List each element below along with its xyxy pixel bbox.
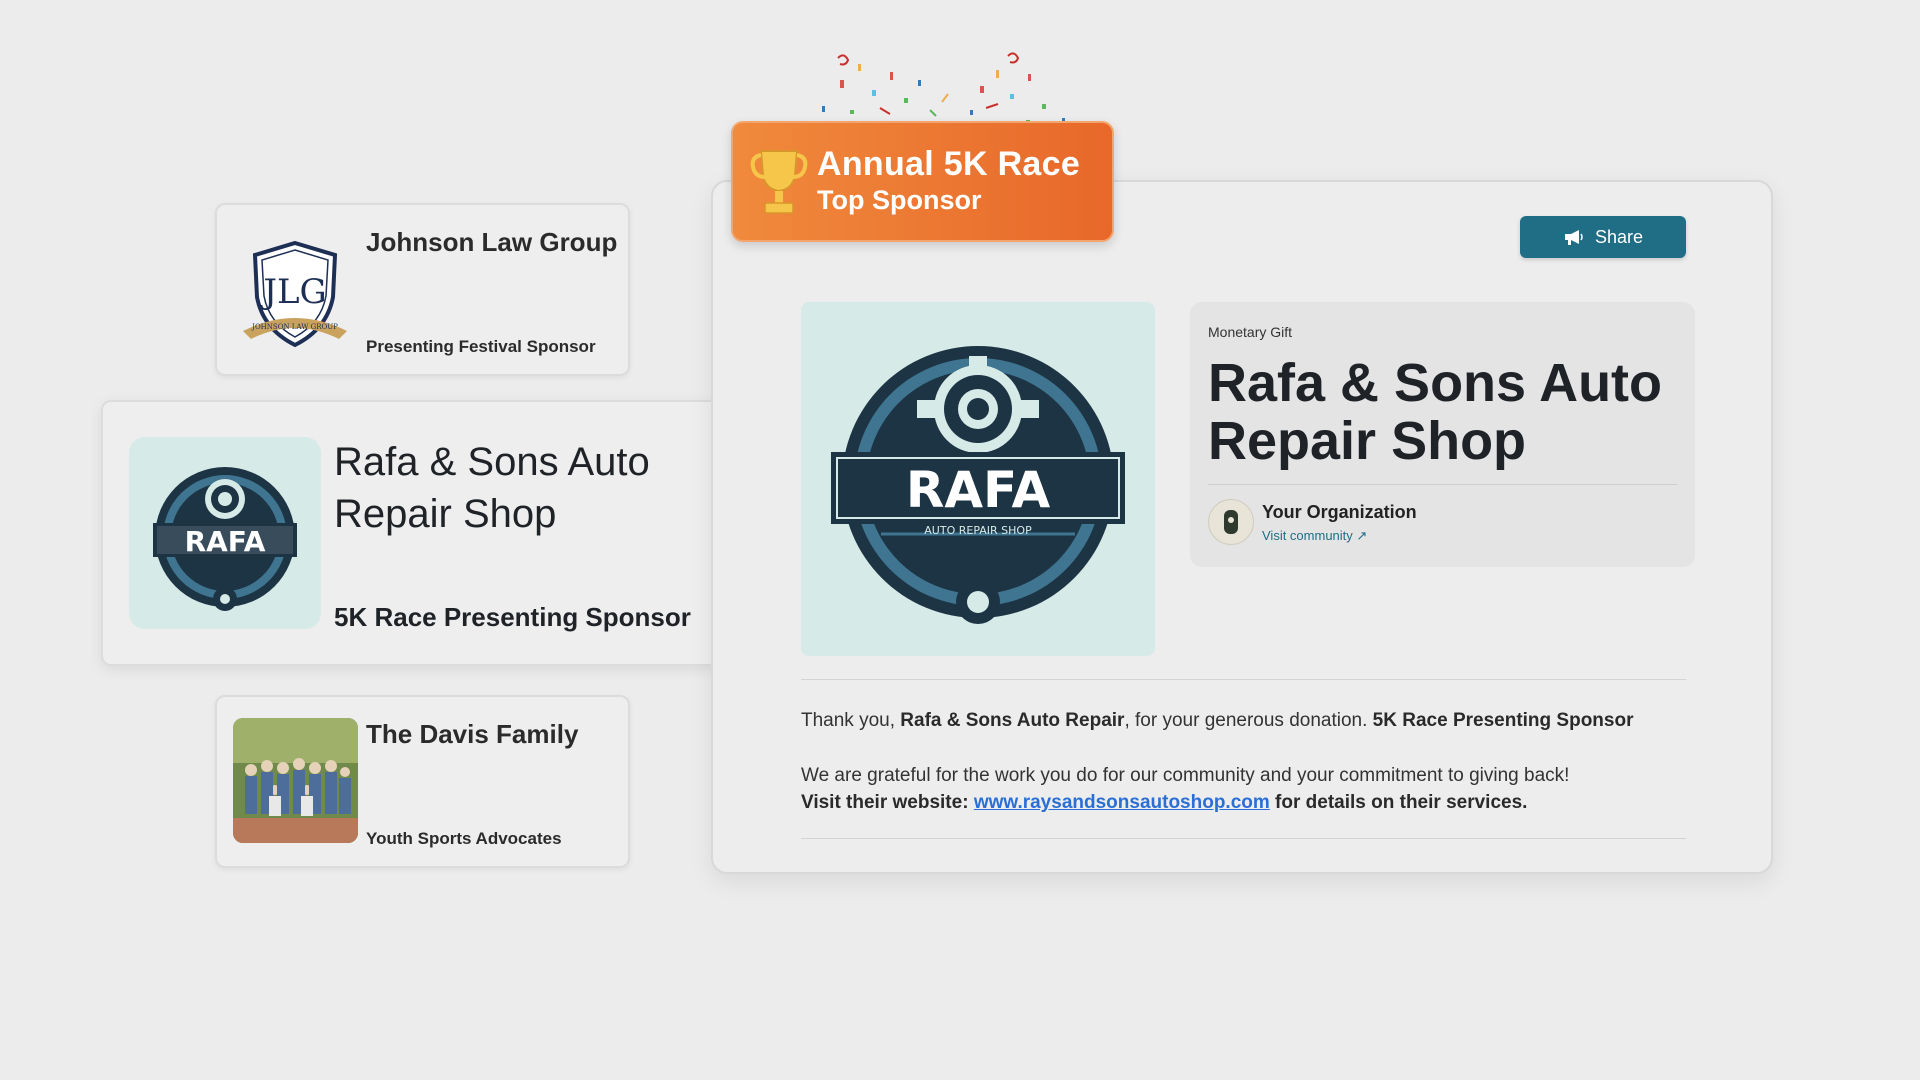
svg-text:JOHNSON LAW GROUP: JOHNSON LAW GROUP xyxy=(251,323,338,331)
top-sponsor-ribbon: Annual 5K Race Top Sponsor xyxy=(731,121,1114,242)
sponsor-name: Johnson Law Group xyxy=(366,227,618,257)
organization-name: Your Organization xyxy=(1262,502,1417,522)
sponsor-role: Youth Sports Advocates xyxy=(366,829,562,848)
website-link[interactable]: www.raysandsonsautoshop.com xyxy=(974,792,1270,813)
svg-text:AUTO REPAIR SHOP: AUTO REPAIR SHOP xyxy=(924,524,1032,537)
sponsor-name: Rafa & Sons Auto Repair Shop xyxy=(334,440,650,536)
divider xyxy=(1208,484,1678,485)
gratitude-message: We are grateful for the work you do for … xyxy=(801,765,1570,813)
organization-avatar xyxy=(1208,499,1254,545)
thank-you-message: Thank you, Rafa & Sons Auto Repair, for … xyxy=(801,710,1634,731)
logo-wordmark: RAFA xyxy=(185,525,266,558)
trophy-icon xyxy=(750,150,808,214)
sponsor-title: Rafa & Sons Auto Repair Shop xyxy=(1208,353,1663,471)
sponsor-card-johnson-law-group[interactable]: JLG JOHNSON LAW GROUP Johnson Law Group … xyxy=(215,203,630,376)
divider xyxy=(801,838,1686,839)
rafa-and-sons-logo-thumbnail: RAFA xyxy=(129,437,321,629)
sponsor-role: 5K Race Presenting Sponsor xyxy=(334,602,691,632)
ribbon-title: Annual 5K Race xyxy=(817,145,1081,183)
sponsor-detail-panel: Share RAFA AUTO REPAIR SHOP Monetary Gif… xyxy=(711,180,1773,874)
davis-family-photo xyxy=(233,718,358,843)
megaphone-icon xyxy=(1564,230,1583,245)
svg-text:JLG: JLG xyxy=(260,272,326,312)
visit-community-link[interactable]: Visit community ↗ xyxy=(1262,528,1367,544)
ribbon-subtitle: Top Sponsor xyxy=(817,185,982,215)
gift-type-label: Monetary Gift xyxy=(1208,324,1293,340)
sponsor-card-rafa-and-sons[interactable]: RAFA Rafa & Sons Auto Repair Shop 5K Rac… xyxy=(101,400,740,666)
gift-info-box: Monetary Gift Rafa & Sons Auto Repair Sh… xyxy=(1190,302,1695,567)
sponsor-card-davis-family[interactable]: The Davis Family Youth Sports Advocates xyxy=(215,695,630,868)
logo-wordmark: RAFA xyxy=(906,461,1051,519)
share-label: Share xyxy=(1594,226,1644,247)
divider xyxy=(801,679,1686,680)
sponsor-name: The Davis Family xyxy=(366,719,579,749)
sponsor-role: Presenting Festival Sponsor xyxy=(366,337,596,356)
share-button[interactable]: Share xyxy=(1520,216,1686,258)
stage: JLG JOHNSON LAW GROUP Johnson Law Group … xyxy=(0,0,1920,1080)
johnson-law-group-logo: JLG JOHNSON LAW GROUP xyxy=(243,240,347,348)
rafa-and-sons-logo: RAFA AUTO REPAIR SHOP xyxy=(801,302,1155,656)
